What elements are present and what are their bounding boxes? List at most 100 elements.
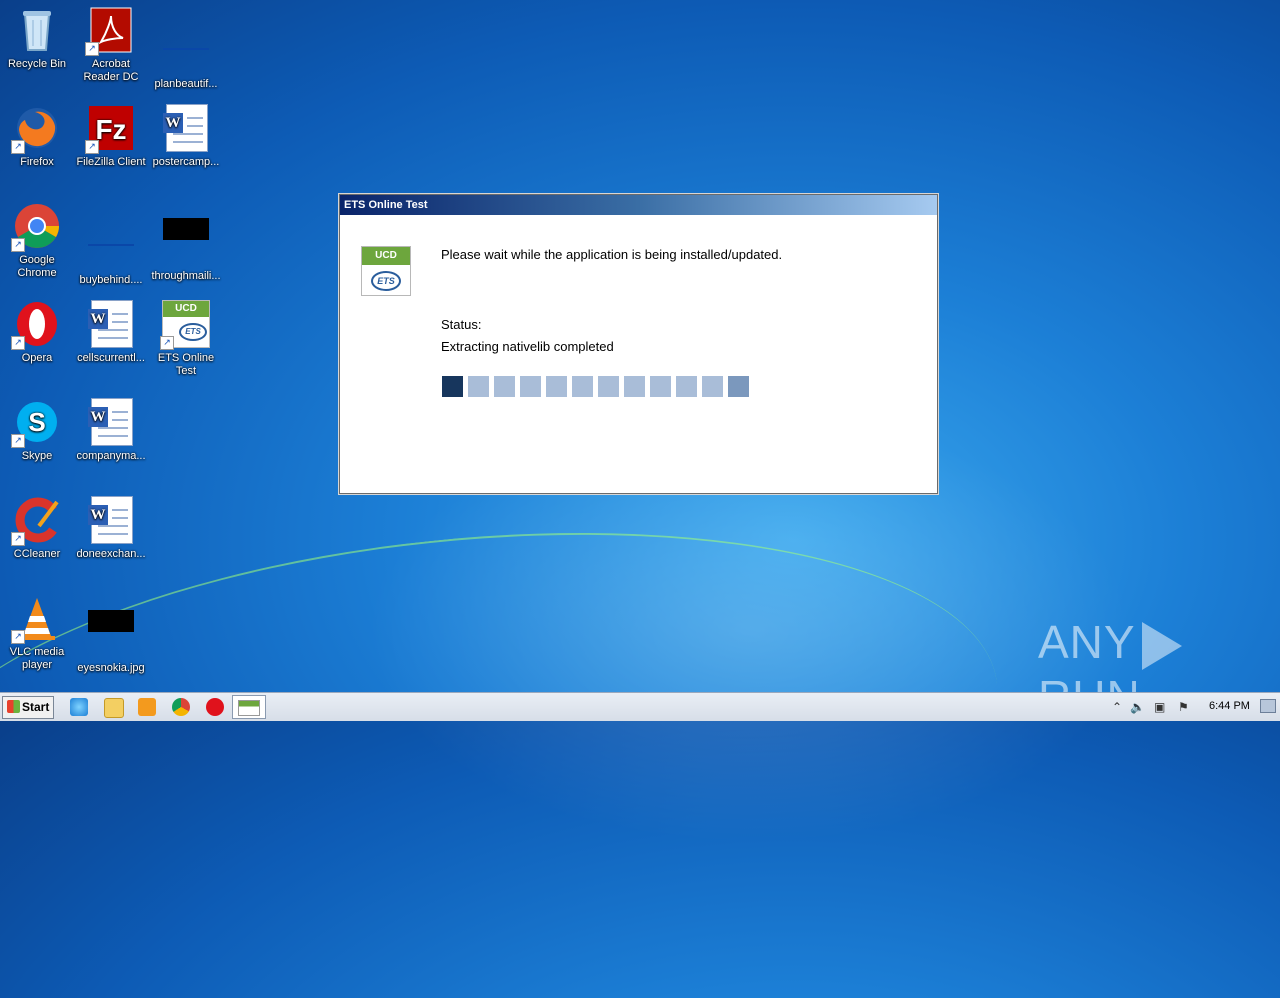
- desktop-icon-acrobat[interactable]: ↗ Acrobat Reader DC: [74, 6, 148, 84]
- desktop-icon-skype[interactable]: S ↗ Skype: [0, 398, 74, 463]
- desktop-icon-label: postercamp...: [152, 156, 220, 168]
- image-file-icon: [87, 610, 135, 658]
- desktop-icon-label: Opera: [21, 352, 53, 364]
- network-icon[interactable]: ▣: [1154, 700, 1165, 714]
- ets-logo-text: ETS: [371, 271, 401, 291]
- desktop-icon-planbeautif[interactable]: planbeautif...: [149, 6, 223, 91]
- shortcut-arrow-icon: ↗: [11, 434, 25, 448]
- word-doc-icon: W: [87, 398, 135, 446]
- ets-app-icon: [238, 700, 260, 716]
- shortcut-arrow-icon: ↗: [160, 336, 174, 350]
- skype-icon: S ↗: [11, 398, 61, 448]
- opera-taskbar-icon[interactable]: [206, 698, 224, 716]
- chrome-taskbar-icon[interactable]: [172, 698, 190, 716]
- shortcut-arrow-icon: ↗: [11, 336, 25, 350]
- shortcut-arrow-icon: ↗: [85, 42, 99, 56]
- progress-segment: [468, 376, 489, 397]
- volume-icon[interactable]: 🔈: [1130, 700, 1145, 714]
- ets-icon-top-text: UCD: [163, 301, 209, 317]
- desktop-icon-label: cellscurrentl...: [77, 352, 145, 364]
- ie-icon[interactable]: [70, 698, 88, 716]
- desktop-icon-opera[interactable]: ↗ Opera: [0, 300, 74, 365]
- desktop-icon-label: Firefox: [20, 156, 54, 168]
- opera-icon: ↗: [11, 300, 61, 350]
- show-desktop-button[interactable]: [1260, 699, 1276, 713]
- start-label: Start: [22, 700, 50, 714]
- desktop-icon-throughmaili[interactable]: throughmaili...: [149, 202, 223, 283]
- acrobat-icon: ↗: [85, 6, 135, 56]
- taskbar: Start ⌃ 🔈 ▣ ⚑ 6:44 PM: [0, 692, 1280, 721]
- desktop-icon-label: Acrobat Reader DC: [83, 58, 139, 83]
- desktop-icon-eyesnokia[interactable]: eyesnokia.jpg: [74, 594, 148, 675]
- desktop-icon-label: throughmaili...: [151, 270, 221, 282]
- desktop-icon-label: Google Chrome: [17, 254, 57, 279]
- filezilla-icon: Fz ↗: [85, 104, 135, 154]
- progress-segment: [624, 376, 645, 397]
- desktop-icon-label: buybehind....: [79, 274, 143, 286]
- desktop-icon-label: VLC media player: [9, 646, 65, 671]
- progress-segment: [728, 376, 749, 397]
- progress-segment: [702, 376, 723, 397]
- desktop-icon-chrome[interactable]: ↗ Google Chrome: [0, 202, 74, 280]
- desktop-icon-ets-online-test[interactable]: UCD ETS ↗ ETS Online Test: [149, 300, 223, 378]
- dialog-title[interactable]: ETS Online Test: [340, 195, 937, 215]
- progress-segment: [598, 376, 619, 397]
- desktop-icon-filezilla[interactable]: Fz ↗ FileZilla Client: [74, 104, 148, 169]
- desktop-icon-label: planbeautif...: [154, 78, 218, 90]
- windows-flag-icon: [7, 700, 20, 713]
- shortcut-arrow-icon: ↗: [11, 238, 25, 252]
- desktop-icon-label: ETS Online Test: [157, 352, 215, 377]
- ets-taskbar-button[interactable]: [232, 695, 266, 719]
- show-hidden-icons-icon[interactable]: ⌃: [1112, 700, 1122, 714]
- explorer-icon[interactable]: [104, 698, 124, 718]
- ucd-ets-logo: UCD ETS: [361, 246, 411, 296]
- progress-segment: [650, 376, 671, 397]
- svg-text:S: S: [28, 407, 45, 437]
- chrome-icon: ↗: [11, 202, 61, 252]
- svg-text:Fz: Fz: [95, 114, 126, 145]
- progress-bar: [442, 376, 749, 397]
- desktop-icon-label: Skype: [21, 450, 53, 462]
- recycle-bin-icon: [13, 6, 61, 54]
- desktop-icon-label: companyma...: [76, 450, 146, 462]
- firefox-icon: ↗: [11, 104, 61, 154]
- desktop-icon-firefox[interactable]: ↗ Firefox: [0, 104, 74, 169]
- word-doc-icon: W: [87, 300, 135, 348]
- play-icon: [1141, 621, 1182, 670]
- desktop-icon-label: doneexchan...: [76, 548, 146, 560]
- ucd-logo-text: UCD: [362, 247, 410, 265]
- desktop-icon-buybehind[interactable]: buybehind....: [74, 202, 148, 287]
- clock[interactable]: 6:44 PM: [1209, 700, 1250, 712]
- shortcut-arrow-icon: ↗: [85, 140, 99, 154]
- progress-segment: [676, 376, 697, 397]
- status-text: Extracting nativelib completed: [441, 339, 614, 354]
- install-message: Please wait while the application is bei…: [441, 247, 783, 262]
- shortcut-arrow-icon: ↗: [11, 630, 25, 644]
- desktop-icon-ccleaner[interactable]: ↗ CCleaner: [0, 496, 74, 561]
- desktop-icon-vlc[interactable]: ↗ VLC media player: [0, 594, 74, 672]
- progress-segment: [572, 376, 593, 397]
- media-player-icon[interactable]: [138, 698, 156, 716]
- desktop-icon-label: eyesnokia.jpg: [77, 662, 145, 674]
- desktop-icon-postercamp[interactable]: W postercamp...: [149, 104, 223, 169]
- word-doc-icon: W: [162, 104, 210, 152]
- desktop-icon-companyma[interactable]: W companyma...: [74, 398, 148, 463]
- desktop-icon-label: Recycle Bin: [7, 58, 67, 70]
- file-icon: [162, 26, 210, 74]
- start-button[interactable]: Start: [2, 696, 54, 719]
- desktop-icon-label: FileZilla Client: [76, 156, 146, 168]
- watermark-left: ANY: [1038, 616, 1136, 668]
- progress-segment: [520, 376, 541, 397]
- ccleaner-icon: ↗: [11, 496, 61, 546]
- desktop-icon-label: CCleaner: [13, 548, 61, 560]
- desktop-icon-recycle-bin[interactable]: Recycle Bin: [0, 6, 74, 71]
- desktop-icon-doneexchan[interactable]: W doneexchan...: [74, 496, 148, 561]
- word-doc-icon: W: [87, 496, 135, 544]
- action-center-flag-icon[interactable]: ⚑: [1178, 700, 1189, 714]
- shortcut-arrow-icon: ↗: [11, 140, 25, 154]
- progress-segment: [546, 376, 567, 397]
- shortcut-arrow-icon: ↗: [11, 532, 25, 546]
- desktop-icon-cellscurrentl[interactable]: W cellscurrentl...: [74, 300, 148, 365]
- vlc-icon: ↗: [11, 594, 61, 644]
- ets-icon-bottom-text: ETS: [179, 323, 207, 341]
